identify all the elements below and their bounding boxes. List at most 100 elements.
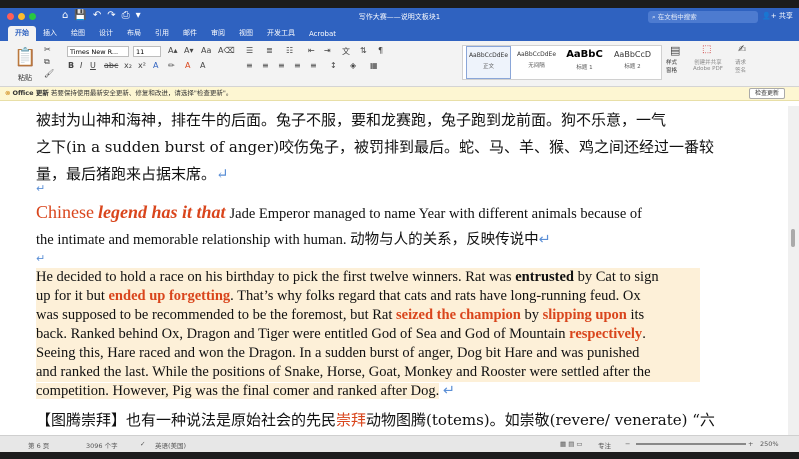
styles-pane-icon[interactable]: ▤ <box>670 44 680 57</box>
text-run: 【图腾崇拜】也有一种说法是原始社会的先民 <box>36 411 337 429</box>
style-heading1[interactable]: AaBbC 标题 1 <box>562 46 607 79</box>
text-run: . That’s why folks regard that cats and … <box>230 288 641 304</box>
zh-line-3-text: 量，最后猪跑来占据末席。 <box>36 165 217 183</box>
style-normal[interactable]: AaBbCcDdEe 正文 <box>466 46 511 79</box>
tab-design[interactable]: 设计 <box>92 26 120 41</box>
tab-insert[interactable]: 插入 <box>36 26 64 41</box>
check-updates-button[interactable]: 检查更新 <box>748 88 785 99</box>
align-center-icon[interactable]: ≡ <box>262 61 269 70</box>
heading-rest: Jade Emperor managed to name Year with d… <box>229 206 642 222</box>
tab-draw[interactable]: 绘图 <box>64 26 92 41</box>
style-normal-preview: AaBbCcDdEe <box>468 52 509 59</box>
style-no-spacing-preview: AaBbCcDdEe <box>516 51 557 58</box>
multilevel-list-icon[interactable]: ☷ <box>286 46 293 55</box>
request-sign-label[interactable]: 请求 签名 <box>735 58 746 74</box>
tab-review[interactable]: 审阅 <box>204 26 232 41</box>
adobe-pdf-icon[interactable]: ⬚ <box>702 44 711 55</box>
highlight-icon[interactable]: ✏ <box>168 61 175 70</box>
style-heading2-preview: AaBbCcD <box>613 50 652 59</box>
shrink-font-icon[interactable]: A▾ <box>184 46 194 55</box>
zoom-out-icon[interactable]: − <box>625 440 630 448</box>
line-spacing-icon[interactable]: ↕ <box>330 61 337 70</box>
asian-layout-icon[interactable]: 文 <box>342 46 350 57</box>
zoom-in-icon[interactable]: + <box>748 440 753 448</box>
underline-icon[interactable]: U <box>90 61 96 70</box>
font-size-select[interactable]: 11 <box>133 46 161 57</box>
style-heading1-preview: AaBbC <box>566 49 603 60</box>
text-run: He decided to hold a race on his birthda… <box>36 269 516 285</box>
search-input[interactable]: ⌕ 在文档中搜索 <box>648 11 758 23</box>
style-heading2[interactable]: AaBbCcD 标题 2 <box>610 46 655 79</box>
bold-icon[interactable]: B <box>68 61 74 70</box>
strikethrough-icon[interactable]: abc <box>104 61 118 70</box>
text-run: up for it but <box>36 288 109 304</box>
zoom-level[interactable]: 250% <box>760 440 779 448</box>
tab-developer[interactable]: 开发工具 <box>260 26 302 41</box>
font-name-select[interactable]: Times New R... <box>67 46 129 57</box>
word-count[interactable]: 3096 个字 <box>86 440 118 450</box>
align-left-icon[interactable]: ≡ <box>246 61 253 70</box>
decrease-indent-icon[interactable]: ⇤ <box>308 46 315 55</box>
clear-format-icon[interactable]: A⌫ <box>218 46 235 55</box>
paragraph-mark: ↵ <box>36 252 46 265</box>
change-case-icon[interactable]: Aa <box>201 46 211 55</box>
cut-icon[interactable]: ✂ <box>44 45 51 54</box>
style-no-spacing[interactable]: AaBbCcDdEe 无间隔 <box>514 46 559 79</box>
text-effects-icon[interactable]: A <box>153 61 158 70</box>
share-label: 共享 <box>778 12 793 20</box>
styles-pane-label[interactable]: 样式 窗格 <box>666 58 677 74</box>
styles-gallery: AaBbCcDdEe 正文 AaBbCcDdEe 无间隔 AaBbC 标题 1 … <box>462 45 662 80</box>
text-run-bold: entrusted <box>515 269 574 285</box>
empty-paragraph: ↵ <box>36 182 700 195</box>
scroll-thumb[interactable] <box>791 229 795 247</box>
zh-line-1: 被封为山神和海神，排在牛的后面。兔子不服，要和龙赛跑，兔子跑到龙前面。狗不乐意，… <box>36 111 667 129</box>
request-sign-icon[interactable]: ✍ <box>738 44 746 55</box>
focus-button[interactable]: 专注 <box>598 440 611 450</box>
copy-icon[interactable]: ⧉ <box>44 57 50 67</box>
vertical-scrollbar[interactable] <box>788 106 799 435</box>
grow-font-icon[interactable]: A▴ <box>168 46 178 55</box>
para-line-7: competition. However, Pig was the final … <box>36 382 700 401</box>
borders-icon[interactable]: ▦ <box>370 61 378 70</box>
tab-layout[interactable]: 布局 <box>120 26 148 41</box>
language-indicator[interactable]: 英语(美国) <box>155 440 186 450</box>
para-line-3: was supposed to be recommended to be the… <box>36 306 700 325</box>
zoom-slider[interactable] <box>636 443 746 445</box>
numbering-icon[interactable]: ≣ <box>266 46 273 55</box>
text-run-red: 崇拜 <box>336 411 367 429</box>
increase-indent-icon[interactable]: ⇥ <box>324 46 331 55</box>
paragraph-mark: ↵ <box>538 232 551 248</box>
sort-icon[interactable]: ⇅ <box>360 46 367 55</box>
tab-view[interactable]: 视图 <box>232 26 260 41</box>
superscript-icon[interactable]: x² <box>138 61 146 70</box>
justify-icon[interactable]: ≡ <box>294 61 301 70</box>
document-page[interactable]: 被封为山神和海神，排在牛的后面。兔子不服，要和龙赛跑，兔子跑到龙前面。狗不乐意，… <box>0 106 788 435</box>
page-indicator[interactable]: 第 6 页 <box>28 440 49 450</box>
para-line-2: up for it but ended up forgetting. That’… <box>36 287 700 306</box>
view-icons[interactable]: ▦ ▤ ▭ <box>560 440 583 448</box>
align-right-icon[interactable]: ≡ <box>278 61 285 70</box>
italic-icon[interactable]: I <box>80 61 82 70</box>
show-marks-icon[interactable]: ¶ <box>378 46 383 55</box>
char-shading-icon[interactable]: A <box>200 61 205 70</box>
tab-acrobat[interactable]: Acrobat <box>302 28 343 41</box>
share-button[interactable]: 👤+ 共享 <box>762 11 793 21</box>
format-painter-icon[interactable]: 🖌 <box>44 69 54 78</box>
heading-line-2: the intimate and memorable relationship … <box>36 228 700 249</box>
text-run-red: ended up forgetting <box>108 288 231 304</box>
status-bar: 第 6 页 3096 个字 ✓ 英语(美国) ▦ ▤ ▭ 专注 − + 250% <box>0 435 799 452</box>
shading-icon[interactable]: ◈ <box>350 61 356 70</box>
text-run-red: seized the champion <box>396 307 521 323</box>
subscript-icon[interactable]: x₂ <box>124 61 132 70</box>
distributed-icon[interactable]: ≡ <box>310 61 317 70</box>
tab-home[interactable]: 开始 <box>8 26 36 41</box>
person-icon: 👤+ <box>762 12 777 20</box>
paste-icon[interactable]: 📋 <box>14 47 36 68</box>
tab-references[interactable]: 引用 <box>148 26 176 41</box>
tab-mailings[interactable]: 邮件 <box>176 26 204 41</box>
proofing-icon[interactable]: ✓ <box>140 440 145 448</box>
bullets-icon[interactable]: ☰ <box>246 46 253 55</box>
font-color-icon[interactable]: A <box>185 61 190 70</box>
adobe-pdf-label[interactable]: 创建并共享 Adobe PDF <box>693 58 723 72</box>
heading-line-2-text: the intimate and memorable relationship … <box>36 232 539 248</box>
